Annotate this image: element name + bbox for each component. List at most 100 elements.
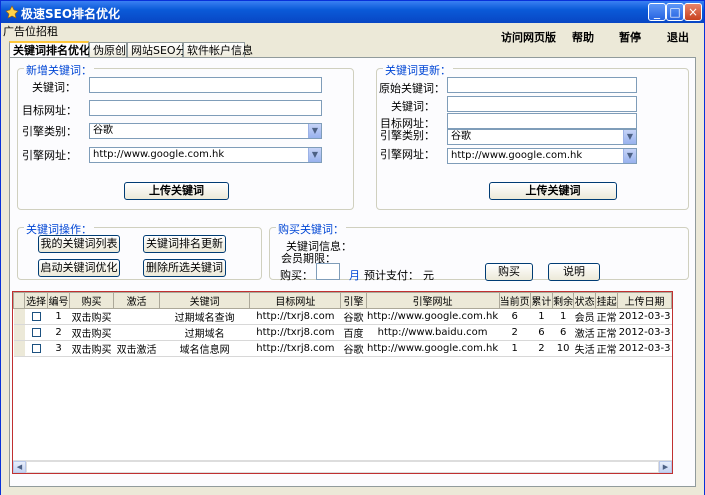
my-keywords-button[interactable]: 我的关键词列表 — [38, 235, 120, 253]
visit-web-link[interactable]: 访问网页版 — [501, 29, 556, 45]
row-id: 3 — [47, 340, 70, 357]
tab-seo-analysis[interactable]: 网站SEO分析 — [127, 42, 198, 58]
orig-keyword-input[interactable] — [447, 77, 637, 93]
col-remaining[interactable]: 剩余 — [552, 292, 575, 309]
row-buy[interactable]: 双击购买 — [69, 324, 114, 341]
col-suspend[interactable]: 挂起 — [595, 292, 619, 309]
row-current-page: 2 — [499, 324, 531, 341]
row-status: 会员 — [573, 308, 596, 325]
chevron-down-icon[interactable]: ▼ — [623, 149, 636, 163]
engine-type-select[interactable]: 谷歌 ▼ — [89, 123, 322, 139]
col-keyword[interactable]: 关键词 — [159, 292, 251, 309]
engine-url-value: http://www.google.com.hk — [93, 149, 225, 160]
update-engine-type-value: 谷歌 — [451, 131, 471, 142]
tab-account-info[interactable]: 软件帐户信息 — [183, 42, 253, 58]
chevron-down-icon[interactable]: ▼ — [623, 130, 636, 144]
row-activate[interactable] — [113, 308, 160, 325]
keyword-ops-group: 关键词操作： 我的关键词列表 关键词排名更新 启动关键词优化 删除所选关键词 — [17, 221, 262, 280]
row-header[interactable] — [13, 324, 25, 341]
app-window: 极速SEO排名优化 _ □ × 广告位招租 访问网页版 帮助 暂停 退出 关键词… — [0, 0, 705, 495]
row-total: 1 — [530, 308, 553, 325]
row-target-url: http://txrj8.com — [249, 324, 341, 341]
chevron-down-icon[interactable]: ▼ — [308, 148, 321, 162]
row-checkbox[interactable] — [24, 324, 48, 341]
target-url-input[interactable] — [89, 100, 322, 116]
buy-button[interactable]: 购买 — [485, 263, 533, 281]
col-activate[interactable]: 激活 — [113, 292, 161, 309]
row-remaining: 10 — [552, 340, 574, 357]
scroll-thumb[interactable] — [26, 461, 659, 473]
update-engine-type-select[interactable]: 谷歌 ▼ — [447, 129, 637, 145]
app-icon — [5, 5, 19, 19]
row-keyword: 过期域名 — [159, 324, 250, 341]
yuan-unit: 元 — [423, 269, 434, 282]
col-current-page[interactable]: 当前页 — [498, 292, 531, 309]
row-header[interactable] — [13, 308, 25, 325]
close-icon[interactable]: × — [684, 3, 702, 21]
row-upload-date: 2012-03-3 — [617, 340, 672, 357]
row-buy[interactable]: 双击购买 — [69, 308, 114, 325]
update-engine-type-label: 引擎类别： — [380, 129, 435, 142]
row-suspend: 正常 — [595, 340, 618, 357]
table-row[interactable]: 2 双击购买 过期域名 http://txrj8.com 百度 http://w… — [13, 324, 672, 341]
exit-link[interactable]: 退出 — [667, 29, 689, 45]
buy-months-input[interactable] — [316, 263, 340, 280]
col-status[interactable]: 状态 — [573, 292, 597, 309]
buy-label: 购买： — [280, 269, 313, 282]
explain-button[interactable]: 说明 — [548, 263, 600, 281]
row-status: 激活 — [573, 324, 596, 341]
row-checkbox[interactable] — [24, 340, 48, 357]
scroll-right-icon[interactable]: ▶ — [659, 461, 672, 473]
row-remaining: 6 — [552, 324, 574, 341]
update-upload-keyword-button[interactable]: 上传关键词 — [489, 182, 617, 200]
update-url-input[interactable] — [447, 113, 637, 129]
row-current-page: 6 — [499, 308, 531, 325]
row-header[interactable] — [13, 340, 25, 357]
row-engine: 谷歌 — [340, 308, 366, 325]
col-engine[interactable]: 引擎 — [340, 292, 367, 309]
col-upload-date[interactable]: 上传日期 — [617, 292, 672, 309]
pause-link[interactable]: 暂停 — [619, 29, 641, 45]
update-keyword-legend: 关键词更新： — [383, 62, 453, 78]
start-optimize-button[interactable]: 启动关键词优化 — [38, 259, 120, 277]
maximize-icon[interactable]: □ — [666, 3, 684, 21]
row-keyword: 过期域名查询 — [159, 308, 250, 325]
title-bar[interactable]: 极速SEO排名优化 _ □ × — [1, 1, 704, 23]
row-buy[interactable]: 双击购买 — [69, 340, 114, 357]
row-target-url: http://txrj8.com — [249, 340, 341, 357]
update-engine-url-value: http://www.google.com.hk — [451, 150, 583, 161]
buy-keyword-legend: 购买关键词： — [276, 221, 346, 237]
col-target-url[interactable]: 目标网址 — [249, 292, 342, 309]
update-keyword-input[interactable] — [447, 96, 637, 112]
delete-selected-button[interactable]: 删除所选关键词 — [143, 259, 226, 277]
col-total[interactable]: 累计 — [529, 292, 554, 309]
row-activate[interactable] — [113, 324, 160, 341]
row-current-page: 1 — [499, 340, 531, 357]
scroll-left-icon[interactable]: ◀ — [13, 461, 26, 473]
update-engine-url-select[interactable]: http://www.google.com.hk ▼ — [447, 148, 637, 164]
keyword-input[interactable] — [89, 77, 322, 93]
row-checkbox[interactable] — [24, 308, 48, 325]
table-row[interactable]: 3 双击购买 双击激活 域名信息网 http://txrj8.com 谷歌 ht… — [13, 340, 672, 357]
upload-keyword-button[interactable]: 上传关键词 — [124, 182, 229, 200]
chevron-down-icon[interactable]: ▼ — [308, 124, 321, 138]
col-id[interactable]: 编号 — [47, 292, 71, 309]
rank-update-button[interactable]: 关键词排名更新 — [143, 235, 226, 253]
col-engine-url[interactable]: 引擎网址 — [365, 292, 500, 309]
minimize-icon[interactable]: _ — [648, 3, 666, 21]
row-activate[interactable]: 双击激活 — [113, 340, 160, 357]
row-remaining: 1 — [552, 308, 574, 325]
table-row[interactable]: 1 双击购买 过期域名查询 http://txrj8.com 谷歌 http:/… — [13, 308, 672, 325]
row-upload-date: 2012-03-3 — [617, 308, 672, 325]
col-buy[interactable]: 购买 — [69, 292, 115, 309]
horizontal-scrollbar[interactable]: ◀ ▶ — [13, 460, 672, 473]
tab-pseudo-original[interactable]: 伪原创 — [89, 42, 127, 58]
add-keyword-legend: 新增关键词： — [24, 62, 94, 78]
keyword-grid: 选择 编号 购买 激活 关键词 目标网址 引擎 引擎网址 当前页 累计 剩余 状… — [13, 292, 672, 357]
col-select[interactable]: 选择 — [24, 292, 49, 309]
row-id: 1 — [47, 308, 70, 325]
estimated-pay-label: 预计支付： — [364, 269, 419, 282]
engine-url-select[interactable]: http://www.google.com.hk ▼ — [89, 147, 322, 163]
row-engine: 百度 — [340, 324, 366, 341]
help-link[interactable]: 帮助 — [572, 29, 594, 45]
